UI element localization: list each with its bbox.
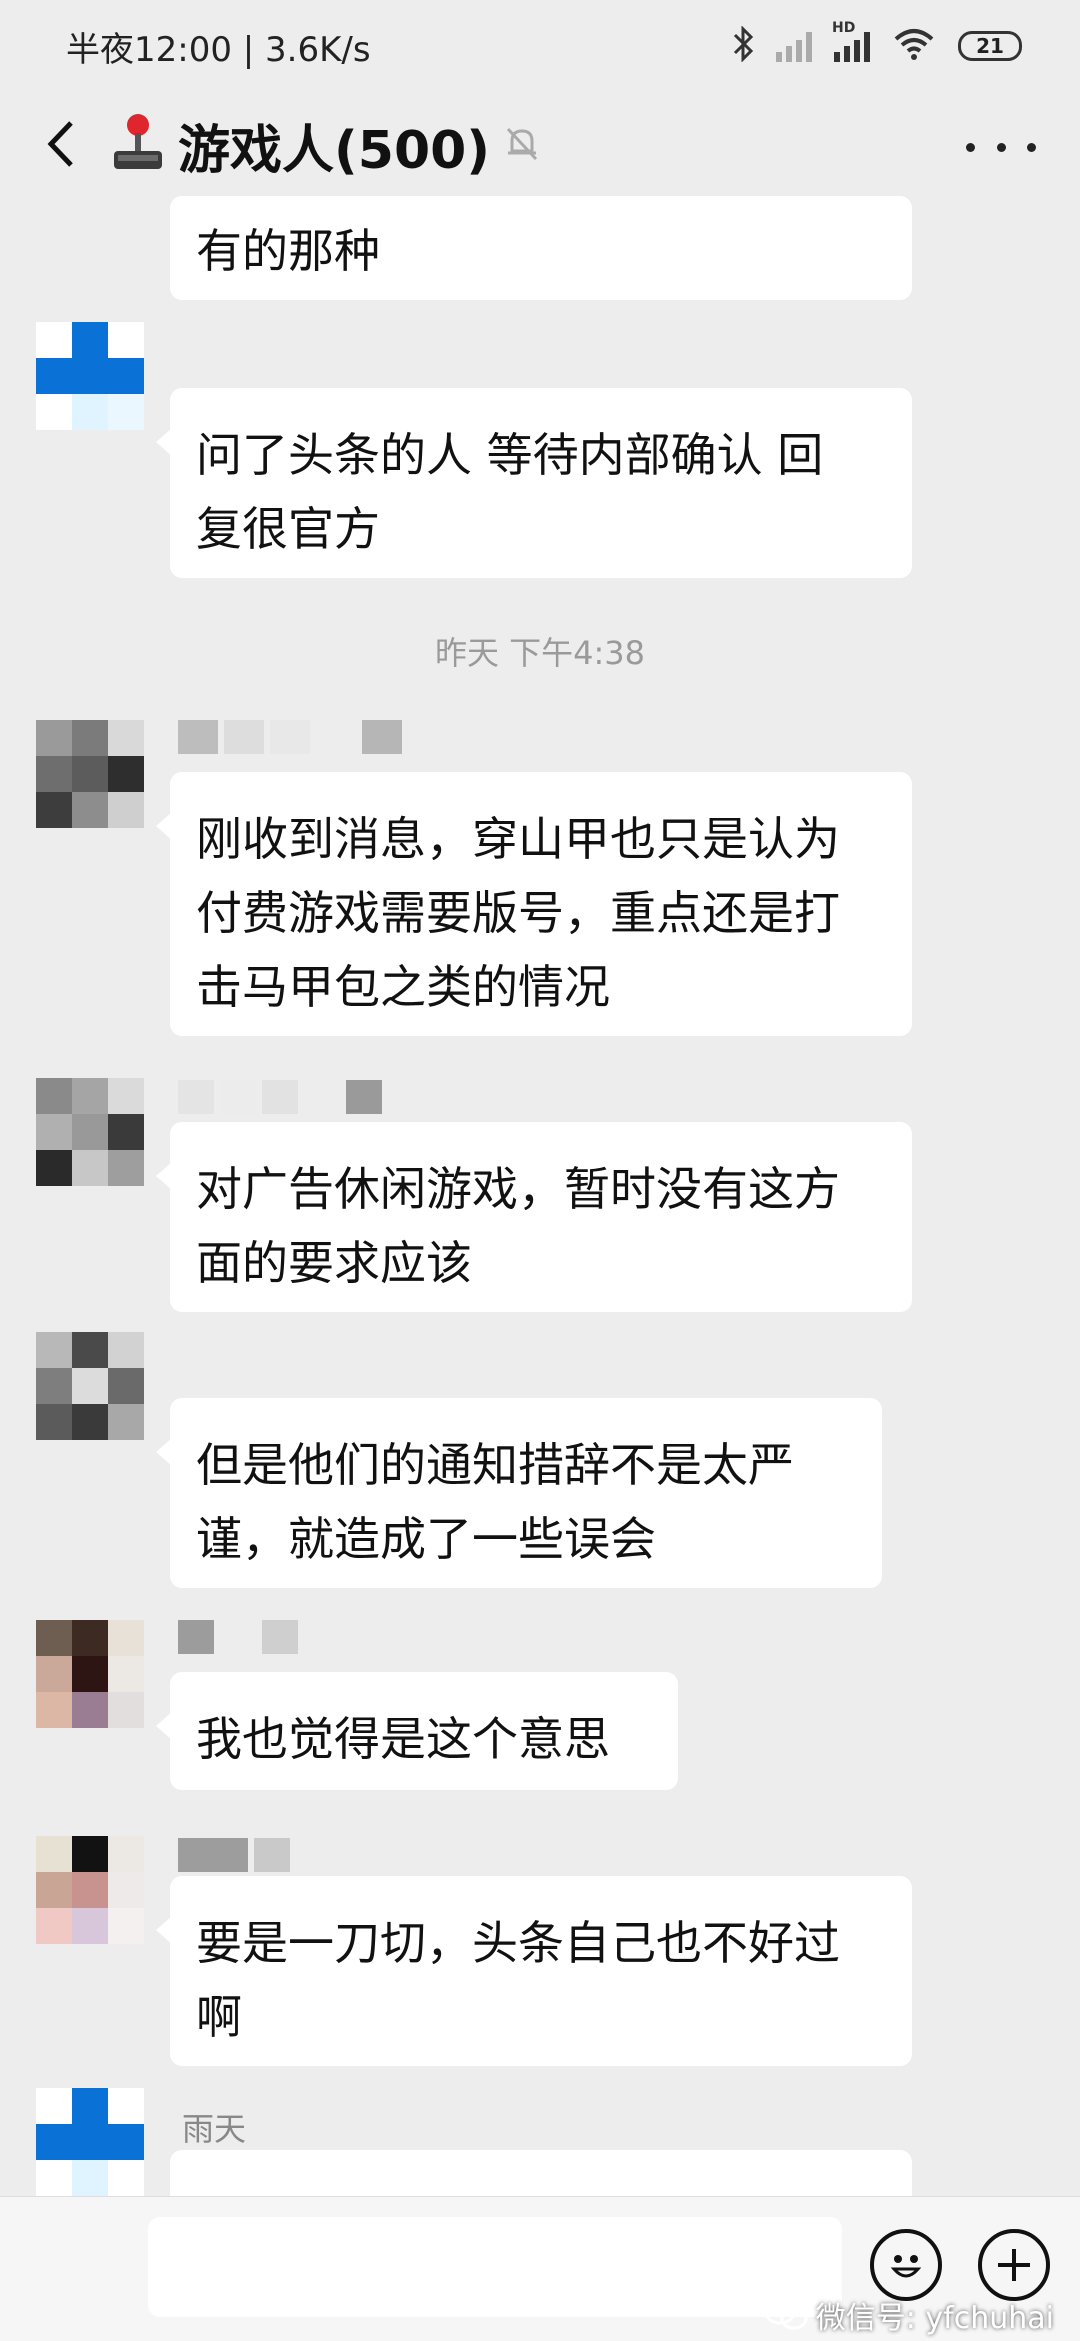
avatar[interactable]	[36, 1332, 144, 1440]
message-text: 我也觉得是这个意思	[196, 1712, 610, 1766]
avatar[interactable]	[36, 2088, 144, 2196]
sender-name-redacted	[178, 720, 402, 754]
signal-hd-icon: HD	[832, 20, 870, 62]
more-button[interactable]	[966, 122, 1036, 172]
sender-name-redacted	[178, 1838, 290, 1872]
title-group[interactable]: 游戏人(500)	[110, 112, 542, 181]
message-input[interactable]	[148, 2217, 842, 2317]
sender-name-redacted	[178, 1620, 298, 1654]
message-bubble[interactable]: 有的那种	[170, 196, 912, 300]
plus-circle-icon	[998, 2249, 1030, 2281]
message-text: 但是他们的通知措辞不是太严 谨，就造成了一些误会	[196, 1438, 794, 1566]
status-time-speed: 半夜12:00 | 3.6K/s	[66, 30, 371, 70]
back-button[interactable]	[30, 114, 90, 174]
timestamp: 昨天 下午4:38	[434, 634, 646, 672]
signal-icon	[776, 30, 812, 62]
bluetooth-icon	[732, 25, 754, 66]
message-text: 问了头条的人 等待内部确认 回 复很官方	[196, 428, 824, 556]
avatar[interactable]	[36, 1836, 144, 1944]
hd-label: HD	[832, 20, 856, 36]
avatar[interactable]	[36, 1620, 144, 1728]
message-text: 刚收到消息，穿山甲也只是认为 付费游戏需要版号，重点还是打 击马甲包之类的情况	[196, 812, 840, 1014]
avatar[interactable]	[36, 1078, 144, 1186]
message-bubble[interactable]: 刚收到消息，穿山甲也只是认为 付费游戏需要版号，重点还是打 击马甲包之类的情况	[156, 772, 912, 1036]
bell-off-icon	[502, 123, 542, 167]
input-bar: 微信号: yfchuhai	[0, 2196, 1080, 2341]
message-bubble[interactable]: 但是他们的通知措辞不是太严 谨，就造成了一些误会	[156, 1398, 882, 1588]
emoji-icon	[890, 2255, 922, 2278]
wechat-icon	[764, 2299, 808, 2330]
sender-name-redacted	[178, 1080, 382, 1114]
message-bubble[interactable]: 我也觉得是这个意思	[156, 1672, 678, 1790]
message-bubble[interactable]: 问了头条的人 等待内部确认 回 复很官方	[156, 388, 912, 578]
joystick-icon	[110, 113, 166, 177]
add-button[interactable]	[978, 2229, 1050, 2301]
battery-icon: 21	[958, 31, 1022, 61]
chevron-left-icon	[47, 121, 73, 167]
emoji-button[interactable]	[870, 2229, 942, 2301]
group-title: 游戏人(500)	[178, 120, 491, 181]
watermark-text: 微信号: yfchuhai	[815, 2301, 1054, 2336]
avatar[interactable]	[36, 720, 144, 828]
message-text: 要是一刀切，头条自己也不好过 啊	[196, 1916, 840, 2044]
message-text: 有的那种	[196, 224, 380, 278]
message-text: 对广告休闲游戏，暂时没有这方 面的要求应该	[196, 1162, 840, 1290]
status-icons: HD 21	[732, 20, 1022, 66]
sender-name: 雨天	[182, 2110, 247, 2148]
avatar[interactable]	[36, 322, 144, 430]
watermark: 微信号: yfchuhai	[764, 2293, 1054, 2337]
wifi-icon	[892, 27, 936, 65]
message-bubble[interactable]: 对广告休闲游戏，暂时没有这方 面的要求应该	[156, 1122, 912, 1312]
status-bar: 半夜12:00 | 3.6K/s HD 21	[0, 0, 1080, 100]
message-bubble[interactable]: 要是一刀切，头条自己也不好过 啊	[156, 1876, 912, 2066]
